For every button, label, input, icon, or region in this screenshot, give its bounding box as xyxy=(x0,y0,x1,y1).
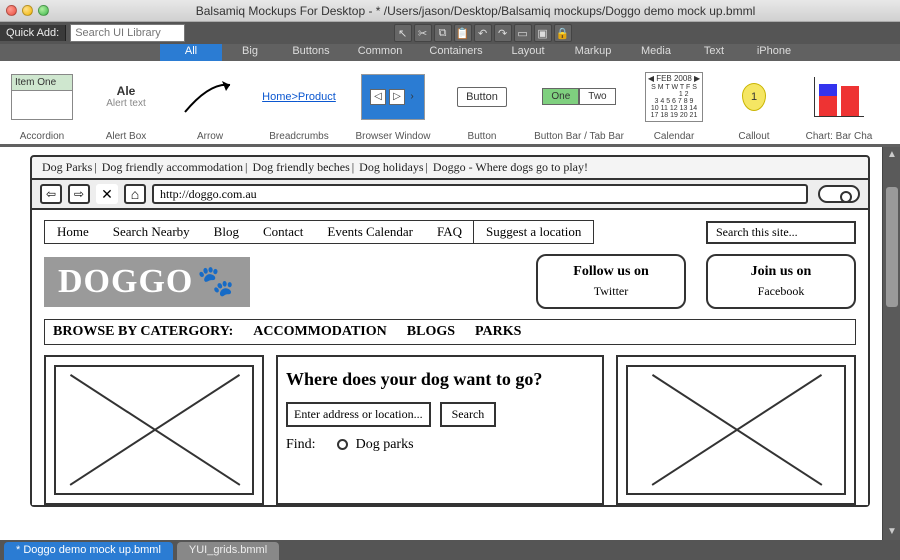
mockup-browser-nav: ⇦ ⇨ ✕ ⌂ http://doggo.com.au xyxy=(32,180,868,210)
tool-cursor-icon[interactable]: ↖ xyxy=(394,24,412,42)
nav-blog[interactable]: Blog xyxy=(202,221,251,243)
find-label: Find: xyxy=(286,437,316,452)
shelf-breadcrumbs[interactable]: Home > Product Breadcrumbs xyxy=(252,61,346,144)
nav-faq[interactable]: FAQ xyxy=(425,221,474,243)
zoom-icon[interactable] xyxy=(38,5,49,16)
cat-parks[interactable]: PARKS xyxy=(475,324,521,340)
search-button[interactable]: Search xyxy=(440,402,497,427)
vertical-scrollbar[interactable]: ▲ ▼ xyxy=(882,147,900,540)
address-input[interactable]: Enter address or location... xyxy=(286,402,431,427)
chart-icon xyxy=(814,77,864,117)
browse-category-bar: BROWSE BY CATERGORY: ACCOMMODATION BLOGS… xyxy=(44,319,856,345)
tool-copy-icon[interactable]: ⧉ xyxy=(434,24,452,42)
tab-media[interactable]: Media xyxy=(626,44,686,61)
shelf-accordion[interactable]: Item One Accordion xyxy=(0,61,84,144)
quickadd-input[interactable] xyxy=(70,24,185,42)
site-logo: DOGGO🐾 xyxy=(44,257,250,307)
home-icon[interactable]: ⌂ xyxy=(124,184,146,204)
browser-search-icon[interactable] xyxy=(818,185,860,203)
tool-undo-icon[interactable]: ↶ xyxy=(474,24,492,42)
document-tabs: * Doggo demo mock up.bmml YUI_grids.bmml xyxy=(0,540,900,560)
window-controls xyxy=(6,5,49,16)
placeholder-image-icon xyxy=(626,365,846,495)
shelf-callout[interactable]: 1 Callout xyxy=(714,61,794,144)
site-search-input[interactable]: Search this site... xyxy=(706,221,856,244)
forward-icon[interactable]: ⇨ xyxy=(68,184,90,204)
tab-big[interactable]: Big xyxy=(222,44,278,61)
shelf-button-bar[interactable]: OneTwo Button Bar / Tab Bar xyxy=(524,61,634,144)
doc-tab-inactive[interactable]: YUI_grids.bmml xyxy=(177,542,279,560)
shelf-button[interactable]: Button Button xyxy=(440,61,524,144)
mockup-page-body: Home Search Nearby Blog Contact Events C… xyxy=(32,210,868,505)
minimize-icon[interactable] xyxy=(22,5,33,16)
shelf-browser-window[interactable]: ◁▷› Browser Window xyxy=(346,61,440,144)
scroll-thumb[interactable] xyxy=(886,187,898,307)
nav-suggest[interactable]: Suggest a location xyxy=(473,220,594,244)
follow-twitter-box[interactable]: Follow us on Twitter xyxy=(536,254,686,309)
design-canvas[interactable]: Dog Parks| Dog friendly accommodation| D… xyxy=(0,147,900,540)
mockup-top-links: Dog Parks| Dog friendly accommodation| D… xyxy=(32,157,868,180)
search-panel: Where does your dog want to go? Enter ad… xyxy=(276,355,604,505)
placeholder-image-icon xyxy=(54,365,254,495)
tool-paste-icon[interactable]: 📋 xyxy=(454,24,472,42)
url-bar[interactable]: http://doggo.com.au xyxy=(152,184,808,204)
stop-icon[interactable]: ✕ xyxy=(96,184,118,204)
component-shelf: Item One Accordion AleAlert text Alert B… xyxy=(0,61,900,147)
tool-cut-icon[interactable]: ✂ xyxy=(414,24,432,42)
nav-search-nearby[interactable]: Search Nearby xyxy=(101,221,202,243)
site-nav: Home Search Nearby Blog Contact Events C… xyxy=(44,220,594,244)
toolbar-button-group: ↖ ✂ ⧉ 📋 ↶ ↷ ▭ ▣ 🔒 xyxy=(185,24,780,42)
close-icon[interactable] xyxy=(6,5,17,16)
arrow-icon xyxy=(176,65,244,128)
category-tabs: All Big Buttons Common Containers Layout… xyxy=(0,44,900,61)
tab-containers[interactable]: Containers xyxy=(416,44,496,61)
paw-icon: 🐾 xyxy=(197,264,235,299)
tab-all[interactable]: All xyxy=(160,44,222,61)
quickadd-label: Quick Add: xyxy=(0,25,66,41)
search-heading: Where does your dog want to go? xyxy=(286,369,594,390)
shelf-alertbox[interactable]: AleAlert text Alert Box xyxy=(84,61,168,144)
tool-redo-icon[interactable]: ↷ xyxy=(494,24,512,42)
callout-icon: 1 xyxy=(742,83,766,111)
shelf-calendar[interactable]: ◀ FEB 2008 ▶S M T W T F S 1 2 3 4 5 6 7 … xyxy=(634,61,714,144)
right-image-box xyxy=(616,355,856,505)
cat-accommodation[interactable]: ACCOMMODATION xyxy=(253,324,387,340)
tab-common[interactable]: Common xyxy=(344,44,416,61)
tab-text[interactable]: Text xyxy=(686,44,742,61)
window-titlebar: Balsamiq Mockups For Desktop - * /Users/… xyxy=(0,0,900,22)
scroll-down-icon[interactable]: ▼ xyxy=(883,524,900,540)
tab-buttons[interactable]: Buttons xyxy=(278,44,344,61)
tab-iphone[interactable]: iPhone xyxy=(742,44,806,61)
doc-tab-active[interactable]: * Doggo demo mock up.bmml xyxy=(4,542,173,560)
join-facebook-box[interactable]: Join us on Facebook xyxy=(706,254,856,309)
cat-blogs[interactable]: BLOGS xyxy=(407,324,455,340)
back-icon[interactable]: ⇦ xyxy=(40,184,62,204)
tab-layout[interactable]: Layout xyxy=(496,44,560,61)
nav-contact[interactable]: Contact xyxy=(251,221,315,243)
nav-home[interactable]: Home xyxy=(45,221,101,243)
radio-dog-parks[interactable] xyxy=(337,439,348,450)
nav-events[interactable]: Events Calendar xyxy=(315,221,425,243)
shelf-arrow[interactable]: Arrow xyxy=(168,61,252,144)
left-image-box xyxy=(44,355,264,505)
scroll-up-icon[interactable]: ▲ xyxy=(883,147,900,163)
mockup-browser-window[interactable]: Dog Parks| Dog friendly accommodation| D… xyxy=(30,155,870,507)
tool-lock-icon[interactable]: 🔒 xyxy=(554,24,572,42)
tool-front-icon[interactable]: ▣ xyxy=(534,24,552,42)
shelf-chart[interactable]: Chart: Bar Cha xyxy=(794,61,884,144)
browser-preview-icon: ◁▷› xyxy=(361,74,425,120)
app-toolbar: Quick Add: ↖ ✂ ⧉ 📋 ↶ ↷ ▭ ▣ 🔒 xyxy=(0,22,900,44)
window-title: Balsamiq Mockups For Desktop - * /Users/… xyxy=(57,4,894,18)
tool-group-icon[interactable]: ▭ xyxy=(514,24,532,42)
tab-markup[interactable]: Markup xyxy=(560,44,626,61)
